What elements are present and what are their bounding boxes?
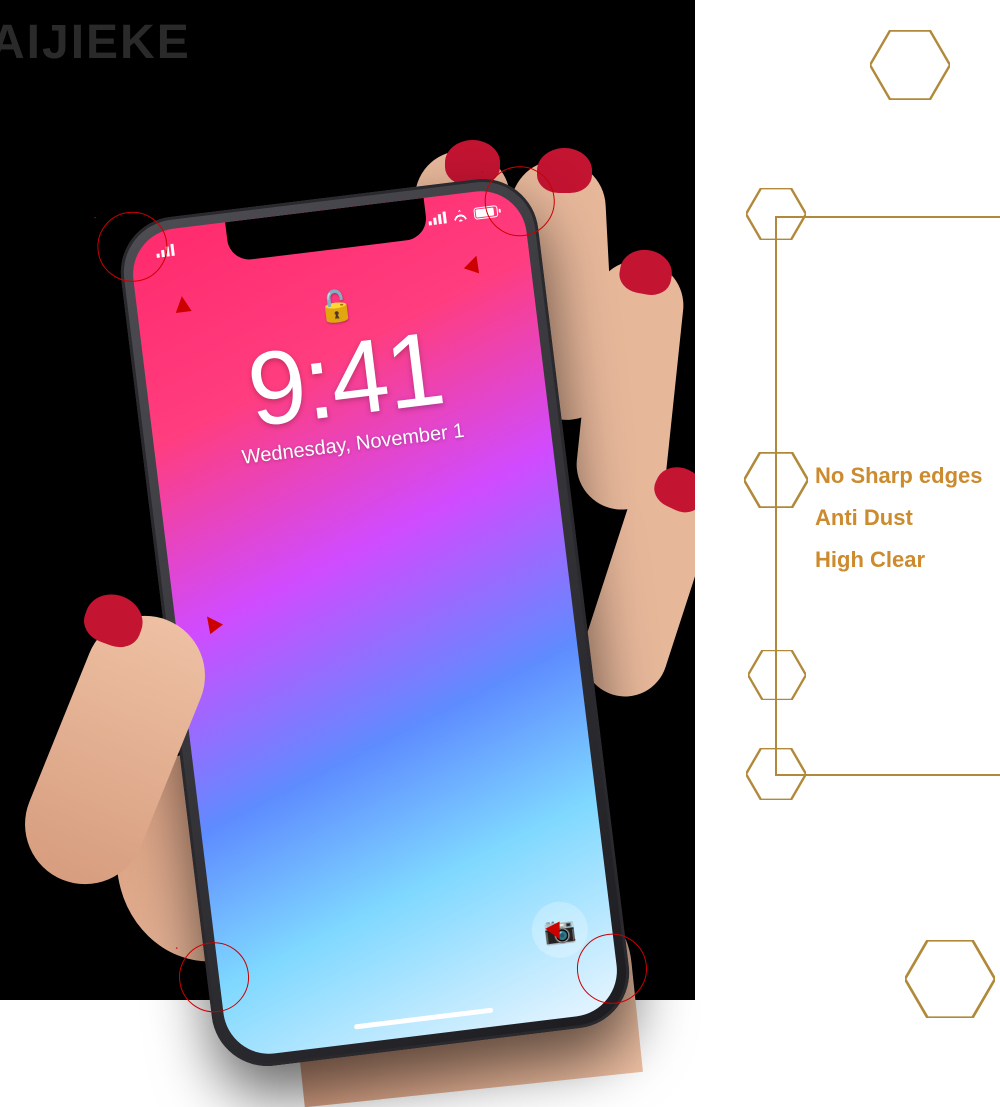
- hexagon-icon: [744, 452, 808, 508]
- home-indicator: [354, 1008, 494, 1030]
- hexagon-icon: [748, 650, 806, 700]
- hexagon-icon: [905, 940, 995, 1018]
- hand-holding-phone: 🔓 9:41 Wednesday, November 1 📷: [45, 90, 695, 990]
- cellular-icon: [428, 211, 447, 225]
- feature-item: High Clear: [815, 539, 982, 581]
- hexagon-icon: [870, 30, 950, 100]
- hexagon-icon: [746, 188, 806, 240]
- hexagon-icon: [746, 748, 806, 800]
- feature-list: No Sharp edges Anti Dust High Clear: [815, 455, 982, 580]
- feature-item: Anti Dust: [815, 497, 982, 539]
- product-photo-panel: AIJIEKE 🔓 9:41: [0, 0, 695, 1000]
- arrow-icon: [174, 295, 192, 313]
- wifi-icon: [451, 209, 468, 223]
- feature-item: No Sharp edges: [815, 455, 982, 497]
- brand-watermark: AIJIEKE: [0, 15, 191, 70]
